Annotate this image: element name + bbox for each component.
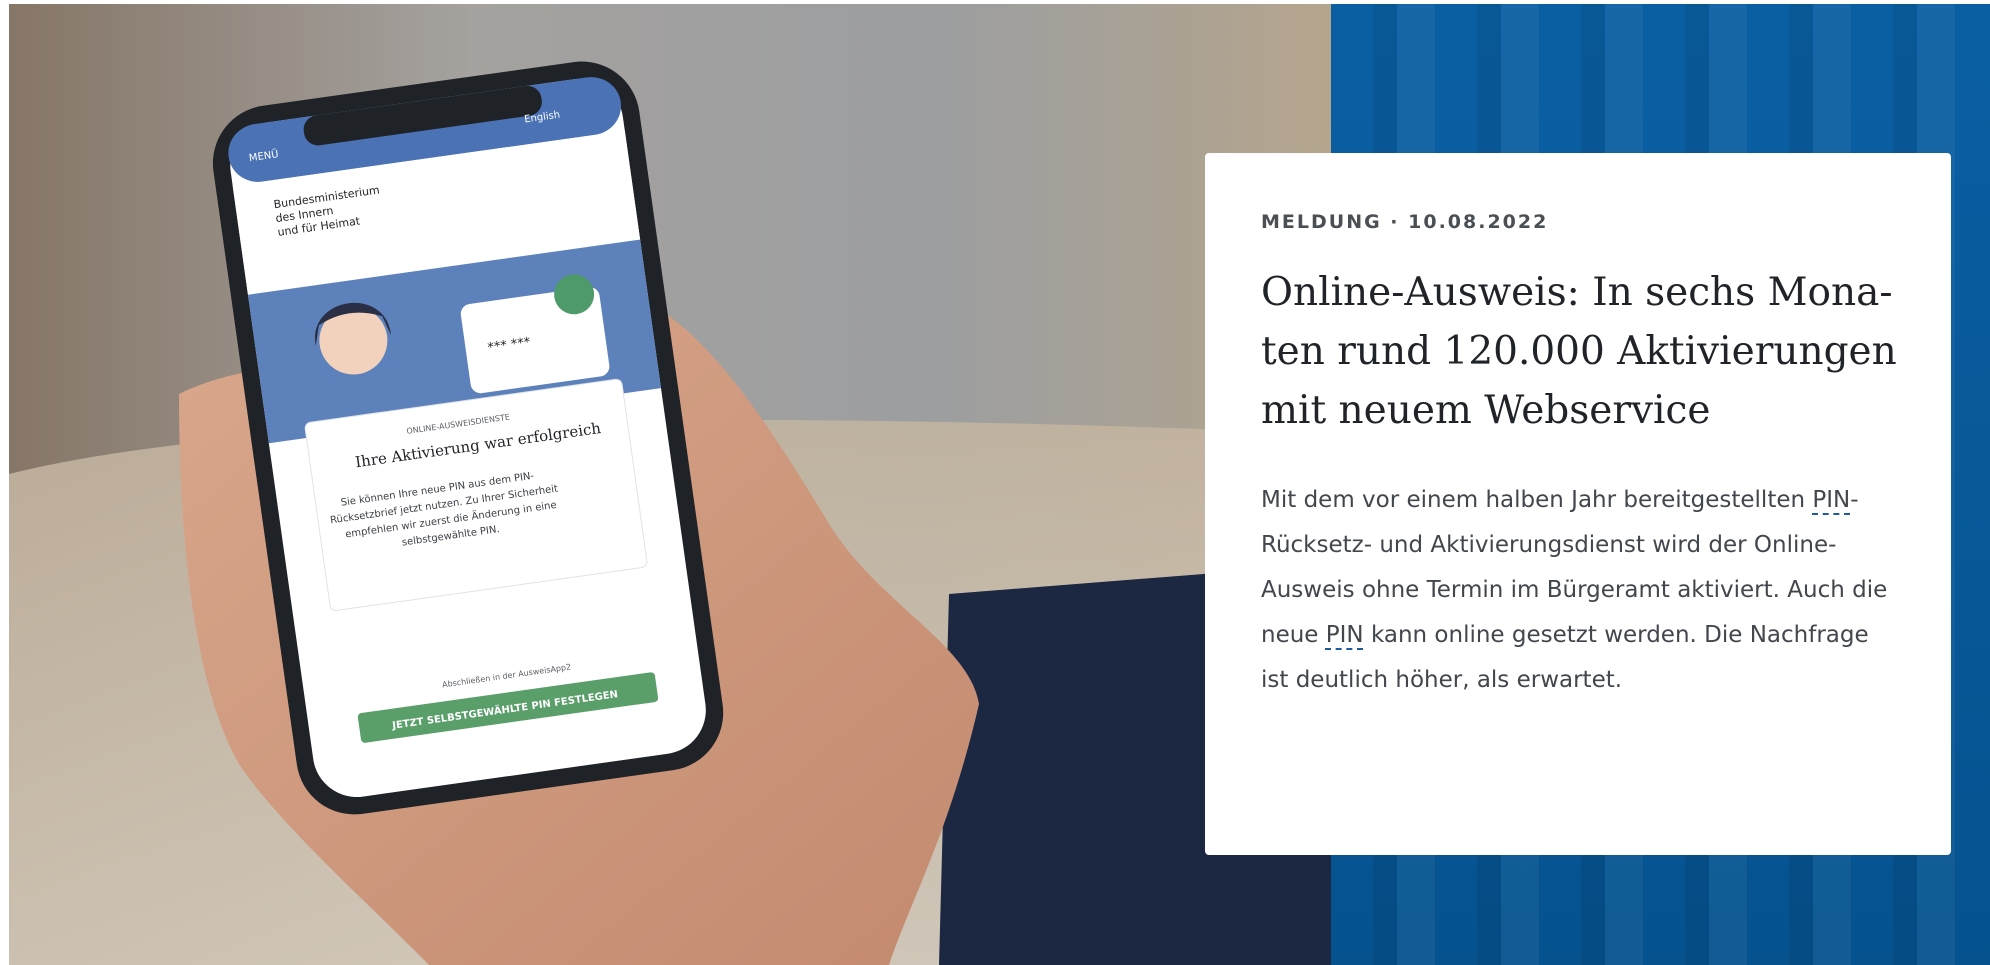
hero-photo: MENÜ English Bundesministerium des Inner…	[9, 4, 1331, 965]
article-title[interactable]: Online-Ausweis: In sechs Mona- ten rund …	[1261, 263, 1901, 440]
article-title-line-2: ten rund 120.000 Aktivierungen	[1261, 329, 1897, 374]
article-title-line-3: mit neuem Webservice	[1261, 388, 1711, 433]
teaser-text-1: Mit dem vor einem halben Jahr bereitgest…	[1261, 487, 1813, 513]
news-teaser-card[interactable]: MELDUNG · 10.08.2022 Online-Ausweis: In …	[1205, 153, 1951, 855]
article-teaser: Mit dem vor einem halben Jahr bereitgest…	[1261, 478, 1901, 703]
hand-holding-phone-illustration: MENÜ English Bundesministerium des Inner…	[9, 4, 1331, 965]
article-meta: MELDUNG · 10.08.2022	[1261, 211, 1549, 233]
pin-abbreviation-2[interactable]: PIN	[1326, 622, 1364, 648]
pin-abbreviation[interactable]: PIN	[1812, 487, 1850, 513]
article-title-line-1: Online-Ausweis: In sechs Mona-	[1261, 270, 1893, 315]
